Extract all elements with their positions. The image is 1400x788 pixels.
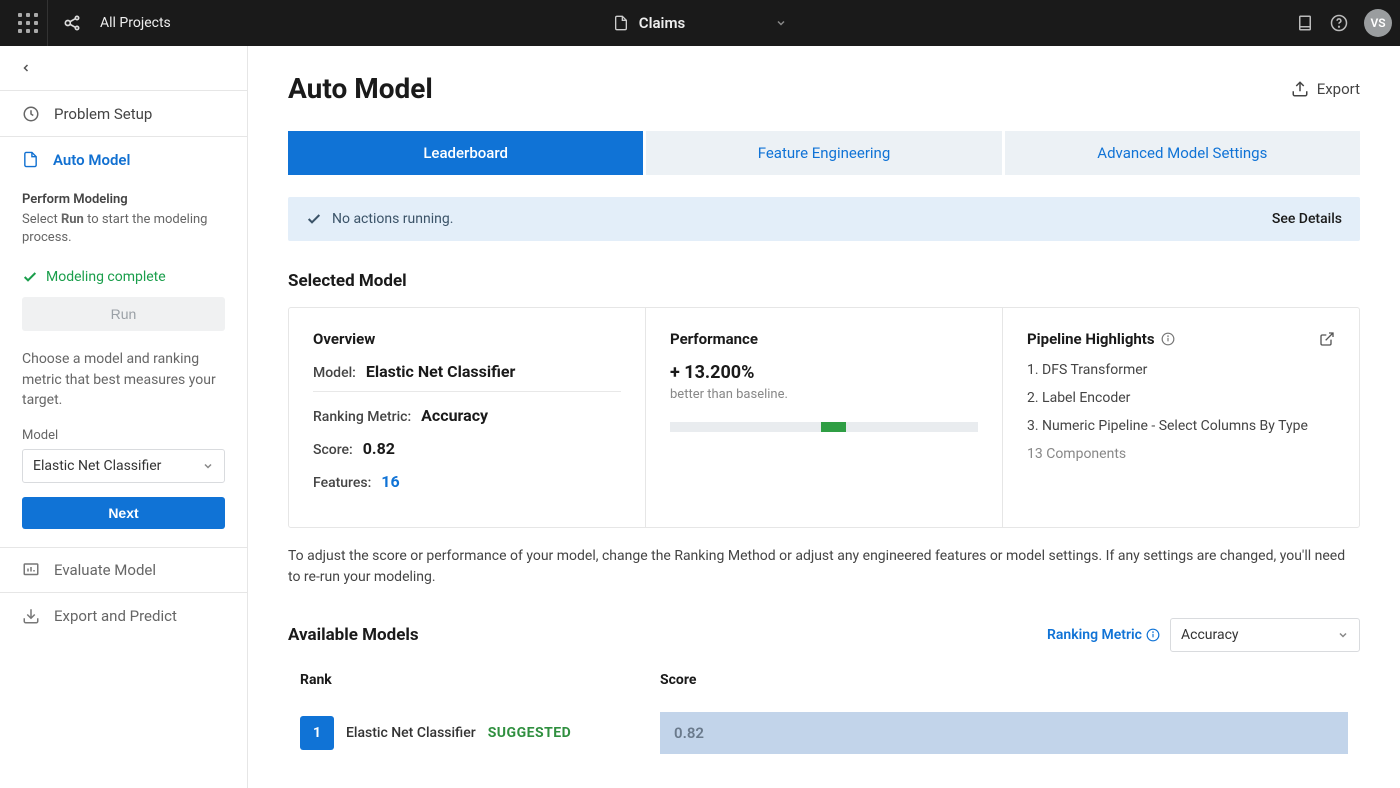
sidebar-label: Evaluate Model: [54, 561, 156, 579]
col-rank: Rank: [300, 672, 660, 688]
sidebar-label: Export and Predict: [54, 607, 177, 625]
chevron-down-icon: [202, 460, 214, 472]
status-text: Modeling complete: [46, 269, 166, 285]
sidebar-item-export-predict[interactable]: Export and Predict: [0, 593, 247, 639]
model-value: Elastic Net Classifier: [366, 362, 516, 381]
available-models-heading: Available Models: [288, 625, 419, 645]
model-select-label: Model: [0, 410, 247, 449]
project-selector[interactable]: Claims: [553, 14, 847, 32]
tab-leaderboard[interactable]: Leaderboard: [288, 131, 643, 175]
help-icon[interactable]: [1330, 14, 1348, 32]
model-label: Model:: [313, 365, 356, 381]
select-value: Elastic Net Classifier: [33, 458, 161, 474]
model-name: Elastic Net Classifier: [346, 725, 476, 741]
metric-value: Accuracy: [421, 406, 488, 425]
performance-value: + 13.200%: [670, 362, 978, 383]
ranking-metric-select[interactable]: Accuracy: [1170, 618, 1360, 652]
suggested-tag: SUGGESTED: [488, 725, 572, 741]
metric-label: Ranking Metric:: [313, 409, 411, 425]
export-button[interactable]: Export: [1291, 80, 1360, 98]
docs-icon[interactable]: [1296, 14, 1314, 32]
performance-subtitle: better than baseline.: [670, 387, 978, 402]
external-link-icon[interactable]: [1319, 331, 1335, 347]
download-icon: [22, 607, 40, 625]
file-icon: [22, 151, 39, 168]
run-button: Run: [22, 297, 225, 331]
score-value: 0.82: [363, 439, 395, 458]
score-bar: 0.82: [660, 712, 1348, 754]
model-select[interactable]: Elastic Net Classifier: [22, 449, 225, 483]
info-icon[interactable]: [1146, 628, 1160, 642]
sidebar-label: Problem Setup: [54, 105, 152, 123]
perform-modeling-heading: Perform Modeling: [22, 192, 225, 207]
highlights-footer: 13 Components: [1027, 446, 1335, 462]
score-label: Score:: [313, 442, 353, 458]
table-row[interactable]: 1 Elastic Net Classifier SUGGESTED 0.82: [288, 702, 1360, 764]
clock-icon: [22, 105, 40, 123]
score-text: 0.82: [674, 724, 704, 742]
sidebar-item-auto-model[interactable]: Auto Model: [0, 136, 247, 182]
see-details-link[interactable]: See Details: [1272, 211, 1342, 227]
models-table-header: Rank Score: [288, 672, 1360, 688]
info-icon[interactable]: [1161, 332, 1175, 346]
modeling-subsection: Perform Modeling Select Run to start the…: [0, 182, 247, 263]
chevron-down-icon: [775, 17, 787, 29]
text: Select: [22, 212, 61, 227]
actions-status-bar: No actions running. See Details: [288, 197, 1360, 241]
check-icon: [22, 269, 38, 285]
performance-fill: [821, 422, 846, 432]
tab-advanced-settings[interactable]: Advanced Model Settings: [1005, 131, 1360, 175]
highlight-item: 2. Label Encoder: [1027, 390, 1335, 406]
all-projects-link[interactable]: All Projects: [100, 15, 171, 31]
highlight-item: 1. DFS Transformer: [1027, 362, 1335, 378]
overview-column: Overview Model: Elastic Net Classifier R…: [289, 308, 646, 527]
features-label: Features:: [313, 475, 371, 491]
export-label: Export: [1317, 80, 1360, 98]
chevron-down-icon: [1337, 629, 1349, 641]
main-tabs: Leaderboard Feature Engineering Advanced…: [288, 131, 1360, 175]
performance-title: Performance: [670, 330, 978, 348]
col-score: Score: [660, 672, 1348, 688]
select-value: Accuracy: [1181, 627, 1239, 643]
sidebar: Problem Setup Auto Model Perform Modelin…: [0, 46, 248, 788]
modeling-status: Modeling complete: [0, 263, 247, 297]
next-button[interactable]: Next: [22, 497, 225, 529]
tab-feature-engineering[interactable]: Feature Engineering: [646, 131, 1001, 175]
main-content: Auto Model Export Leaderboard Feature En…: [248, 46, 1400, 788]
project-title: Claims: [639, 14, 685, 32]
performance-bar: [670, 422, 978, 432]
rank-badge: 1: [300, 716, 334, 750]
overview-title: Overview: [313, 330, 621, 348]
highlight-item: 3. Numeric Pipeline - Select Columns By …: [1027, 418, 1335, 434]
performance-column: Performance + 13.200% better than baseli…: [646, 308, 1003, 527]
apps-grid-icon[interactable]: [8, 0, 48, 46]
check-icon: [306, 211, 322, 227]
ranking-metric-label: Ranking Metric: [1047, 627, 1160, 643]
highlights-column: Pipeline Highlights 1. DFS Transformer 2…: [1003, 308, 1359, 527]
status-message: No actions running.: [332, 211, 453, 227]
product-logo-icon: [62, 13, 82, 33]
top-bar: All Projects Claims VS: [0, 0, 1400, 46]
user-avatar[interactable]: VS: [1364, 9, 1392, 37]
chart-icon: [22, 561, 40, 579]
highlights-title: Pipeline Highlights: [1027, 330, 1155, 348]
upload-icon: [1291, 80, 1309, 98]
features-link[interactable]: 16: [381, 472, 399, 491]
selected-model-heading: Selected Model: [288, 271, 1360, 291]
page-title: Auto Model: [288, 72, 433, 105]
file-icon: [613, 14, 629, 32]
help-text: Choose a model and ranking metric that b…: [0, 349, 247, 410]
sidebar-label: Auto Model: [53, 151, 130, 169]
text-bold: Run: [61, 212, 84, 227]
sidebar-item-evaluate-model[interactable]: Evaluate Model: [0, 547, 247, 593]
sidebar-item-problem-setup[interactable]: Problem Setup: [0, 90, 247, 136]
collapse-sidebar-button[interactable]: [0, 46, 247, 90]
adjust-info-text: To adjust the score or performance of yo…: [288, 546, 1360, 588]
selected-model-card: Overview Model: Elastic Net Classifier R…: [288, 307, 1360, 528]
